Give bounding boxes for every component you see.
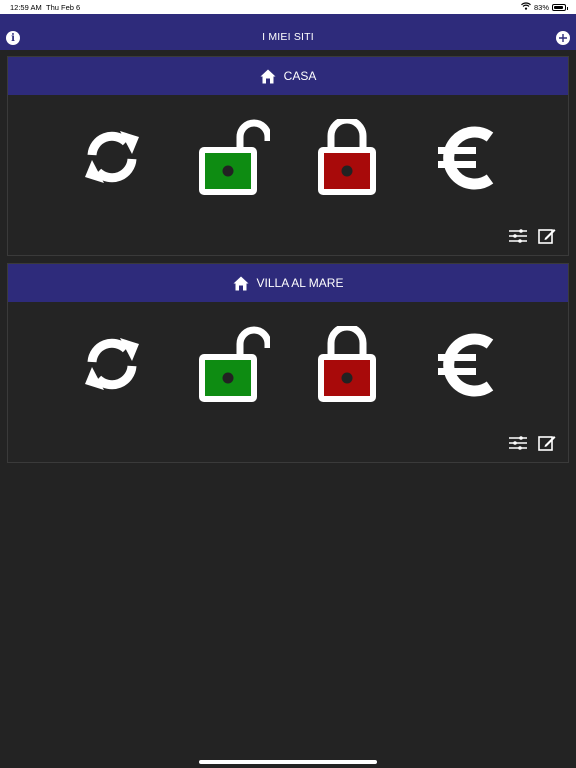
euro-icon [438, 126, 494, 190]
site-name: CASA [283, 69, 317, 83]
edit-icon [538, 229, 556, 244]
add-site-button[interactable] [556, 31, 570, 45]
lock-button[interactable] [316, 326, 378, 406]
refresh-icon [85, 131, 139, 183]
edit-button[interactable] [538, 227, 558, 245]
locked-padlock-icon [318, 326, 376, 402]
info-button[interactable]: i [6, 31, 20, 45]
edit-button[interactable] [538, 434, 558, 452]
edit-icon [538, 436, 556, 451]
wifi-icon [521, 2, 531, 12]
site-header[interactable]: CASA [8, 57, 568, 95]
site-controls [8, 302, 568, 426]
home-icon [233, 276, 249, 290]
site-tools [508, 434, 558, 452]
home-icon [260, 69, 276, 83]
refresh-button[interactable] [82, 127, 144, 207]
payment-button[interactable] [436, 125, 498, 205]
status-bar: 12:59 AM Thu Feb 6 83% [0, 0, 576, 14]
refresh-button[interactable] [82, 334, 144, 414]
status-time: 12:59 AM [10, 3, 42, 12]
site-name: VILLA AL MARE [256, 276, 344, 290]
battery-icon [552, 3, 568, 11]
site-controls [8, 95, 568, 219]
plus-icon [559, 34, 567, 42]
unlocked-padlock-icon [199, 119, 270, 195]
lock-button[interactable] [316, 119, 378, 199]
euro-icon [438, 333, 494, 397]
status-right: 83% [521, 2, 568, 12]
site-header[interactable]: VILLA AL MARE [8, 264, 568, 302]
site-card: CASA [7, 56, 569, 256]
unlocked-padlock-icon [199, 326, 270, 402]
page-title: I MIEI SITI [262, 31, 314, 43]
sliders-icon [509, 436, 527, 450]
site-tools [508, 227, 558, 245]
refresh-icon [85, 338, 139, 390]
locked-padlock-icon [318, 119, 376, 195]
home-indicator [199, 760, 377, 764]
battery-percent: 83% [533, 2, 549, 12]
nav-bar: I MIEI SITI i [0, 14, 576, 50]
settings-button[interactable] [508, 434, 528, 452]
payment-button[interactable] [436, 332, 498, 412]
site-card: VILLA AL MARE [7, 263, 569, 463]
info-icon: i [11, 32, 15, 44]
unlock-button[interactable] [190, 326, 270, 406]
unlock-button[interactable] [190, 119, 270, 199]
settings-button[interactable] [508, 227, 528, 245]
sliders-icon [509, 229, 527, 243]
status-date: Thu Feb 6 [46, 3, 81, 12]
